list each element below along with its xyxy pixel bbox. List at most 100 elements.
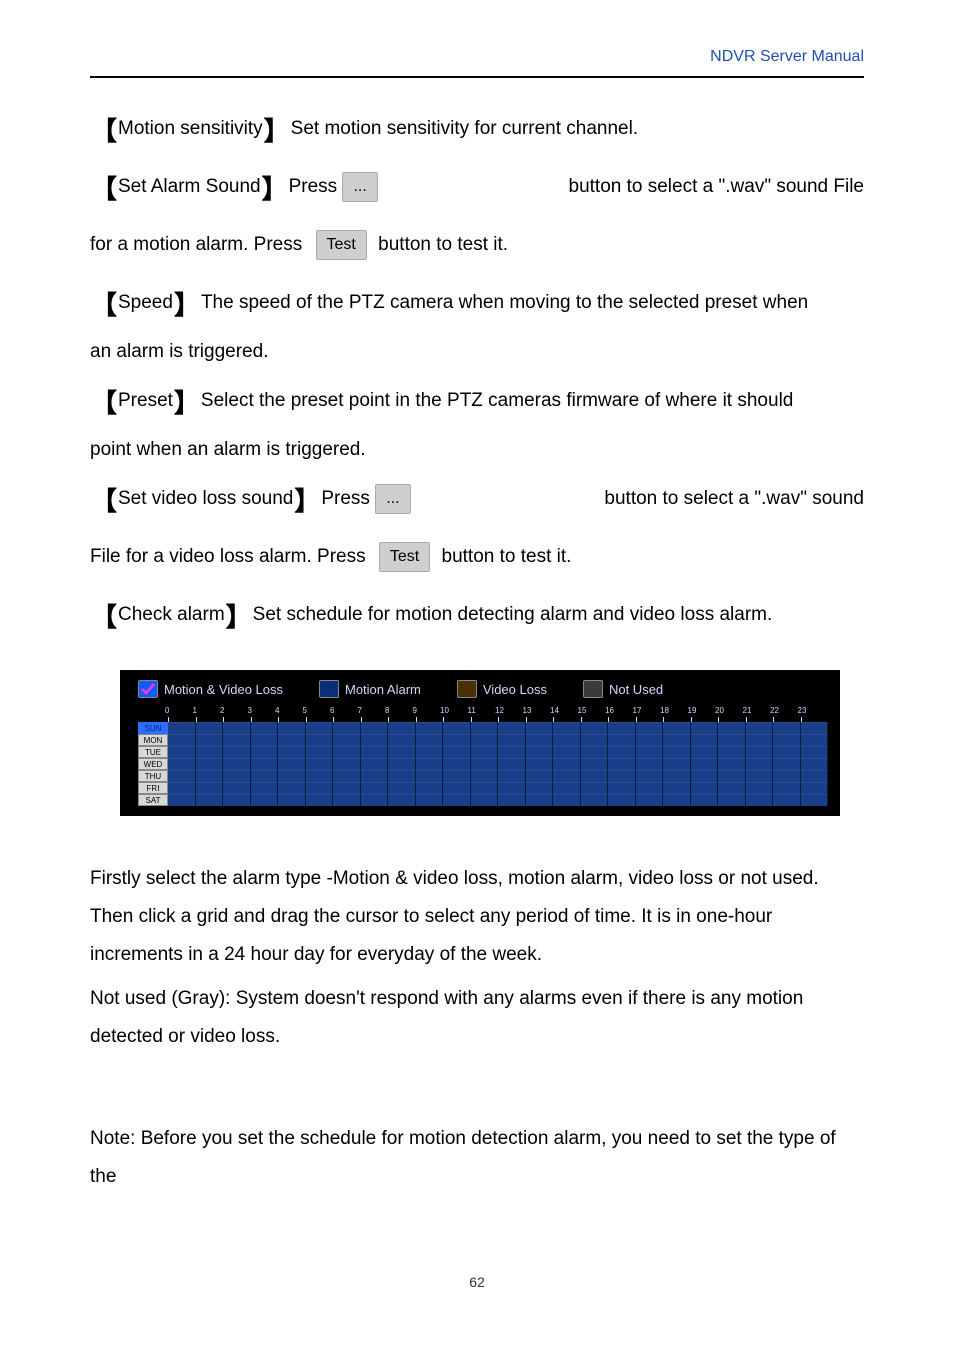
schedule-cell[interactable] bbox=[553, 782, 581, 794]
day-label[interactable]: THU bbox=[138, 770, 168, 782]
schedule-cell[interactable] bbox=[168, 734, 196, 746]
schedule-cell[interactable] bbox=[636, 770, 664, 782]
schedule-cell[interactable] bbox=[636, 782, 664, 794]
schedule-cell[interactable] bbox=[443, 758, 471, 770]
schedule-cell[interactable] bbox=[278, 794, 306, 806]
schedule-cell[interactable] bbox=[251, 794, 279, 806]
schedule-cell[interactable] bbox=[306, 794, 334, 806]
schedule-cell[interactable] bbox=[663, 746, 691, 758]
schedule-cell[interactable] bbox=[718, 734, 746, 746]
day-label[interactable]: SAT bbox=[138, 794, 168, 806]
schedule-cell[interactable] bbox=[416, 782, 444, 794]
schedule-cell[interactable] bbox=[306, 770, 334, 782]
schedule-cell[interactable] bbox=[801, 734, 829, 746]
schedule-cell[interactable] bbox=[388, 746, 416, 758]
schedule-cell[interactable] bbox=[581, 734, 609, 746]
schedule-cell[interactable] bbox=[553, 734, 581, 746]
schedule-cell[interactable] bbox=[801, 770, 829, 782]
schedule-cell[interactable] bbox=[746, 782, 774, 794]
schedule-cell[interactable] bbox=[416, 734, 444, 746]
schedule-cell[interactable] bbox=[553, 770, 581, 782]
schedule-cell[interactable] bbox=[388, 722, 416, 734]
schedule-cell[interactable] bbox=[581, 758, 609, 770]
browse-button[interactable]: ... bbox=[375, 484, 410, 514]
schedule-cell[interactable] bbox=[773, 746, 801, 758]
day-label[interactable]: WED bbox=[138, 758, 168, 770]
schedule-cell[interactable] bbox=[278, 746, 306, 758]
schedule-cell[interactable] bbox=[608, 734, 636, 746]
schedule-cell[interactable] bbox=[251, 734, 279, 746]
schedule-cell[interactable] bbox=[361, 794, 389, 806]
schedule-cell[interactable] bbox=[223, 782, 251, 794]
schedule-cell[interactable] bbox=[223, 794, 251, 806]
schedule-cell[interactable] bbox=[526, 734, 554, 746]
schedule-cell[interactable] bbox=[471, 770, 499, 782]
schedule-cell[interactable] bbox=[168, 782, 196, 794]
schedule-cell[interactable] bbox=[196, 770, 224, 782]
schedule-cell[interactable] bbox=[251, 746, 279, 758]
schedule-cell[interactable] bbox=[471, 758, 499, 770]
schedule-cell[interactable] bbox=[333, 722, 361, 734]
schedule-cell[interactable] bbox=[443, 746, 471, 758]
schedule-cell[interactable] bbox=[773, 794, 801, 806]
schedule-cell[interactable] bbox=[443, 794, 471, 806]
schedule-cell[interactable] bbox=[581, 746, 609, 758]
browse-button[interactable]: ... bbox=[342, 172, 377, 202]
schedule-cell[interactable] bbox=[663, 794, 691, 806]
schedule-cell[interactable] bbox=[196, 746, 224, 758]
schedule-cell[interactable] bbox=[416, 794, 444, 806]
day-label[interactable]: MON bbox=[138, 734, 168, 746]
schedule-cell[interactable] bbox=[168, 794, 196, 806]
schedule-cell[interactable] bbox=[278, 770, 306, 782]
schedule-cell[interactable] bbox=[581, 722, 609, 734]
schedule-cell[interactable] bbox=[388, 734, 416, 746]
schedule-cell[interactable] bbox=[526, 770, 554, 782]
schedule-cell[interactable] bbox=[718, 746, 746, 758]
schedule-cell[interactable] bbox=[608, 770, 636, 782]
schedule-cell[interactable] bbox=[498, 758, 526, 770]
schedule-cell[interactable] bbox=[608, 782, 636, 794]
schedule-cell[interactable] bbox=[251, 758, 279, 770]
schedule-cell[interactable] bbox=[471, 722, 499, 734]
schedule-cell[interactable] bbox=[361, 722, 389, 734]
schedule-cell[interactable] bbox=[333, 770, 361, 782]
schedule-cell[interactable] bbox=[223, 758, 251, 770]
schedule-cell[interactable] bbox=[608, 746, 636, 758]
schedule-cell[interactable] bbox=[553, 794, 581, 806]
schedule-cell[interactable] bbox=[773, 770, 801, 782]
schedule-cell[interactable] bbox=[443, 734, 471, 746]
schedule-cell[interactable] bbox=[278, 734, 306, 746]
schedule-cell[interactable] bbox=[663, 770, 691, 782]
schedule-cell[interactable] bbox=[471, 746, 499, 758]
schedule-cell[interactable] bbox=[223, 734, 251, 746]
schedule-cell[interactable] bbox=[498, 746, 526, 758]
schedule-cell[interactable] bbox=[361, 782, 389, 794]
schedule-cell[interactable] bbox=[196, 734, 224, 746]
schedule-cell[interactable] bbox=[746, 722, 774, 734]
schedule-cell[interactable] bbox=[388, 758, 416, 770]
schedule-cell[interactable] bbox=[471, 794, 499, 806]
schedule-cell[interactable] bbox=[663, 758, 691, 770]
schedule-cell[interactable] bbox=[636, 734, 664, 746]
schedule-cell[interactable] bbox=[223, 770, 251, 782]
legend-motion-video-loss[interactable]: Motion & Video Loss bbox=[138, 680, 283, 698]
schedule-cell[interactable] bbox=[801, 794, 829, 806]
schedule-cell[interactable] bbox=[388, 794, 416, 806]
schedule-cell[interactable] bbox=[746, 794, 774, 806]
legend-video-loss[interactable]: Video Loss bbox=[457, 680, 547, 698]
schedule-cell[interactable] bbox=[416, 722, 444, 734]
schedule-cell[interactable] bbox=[636, 794, 664, 806]
schedule-cell[interactable] bbox=[691, 782, 719, 794]
schedule-cell[interactable] bbox=[443, 770, 471, 782]
schedule-cell[interactable] bbox=[196, 722, 224, 734]
schedule-cell[interactable] bbox=[581, 782, 609, 794]
schedule-cell[interactable] bbox=[306, 722, 334, 734]
schedule-cell[interactable] bbox=[718, 770, 746, 782]
schedule-cell[interactable] bbox=[691, 746, 719, 758]
schedule-cell[interactable] bbox=[691, 722, 719, 734]
schedule-cell[interactable] bbox=[361, 734, 389, 746]
schedule-cell[interactable] bbox=[608, 758, 636, 770]
schedule-cell[interactable] bbox=[636, 722, 664, 734]
test-button[interactable]: Test bbox=[316, 230, 367, 260]
schedule-cell[interactable] bbox=[581, 770, 609, 782]
